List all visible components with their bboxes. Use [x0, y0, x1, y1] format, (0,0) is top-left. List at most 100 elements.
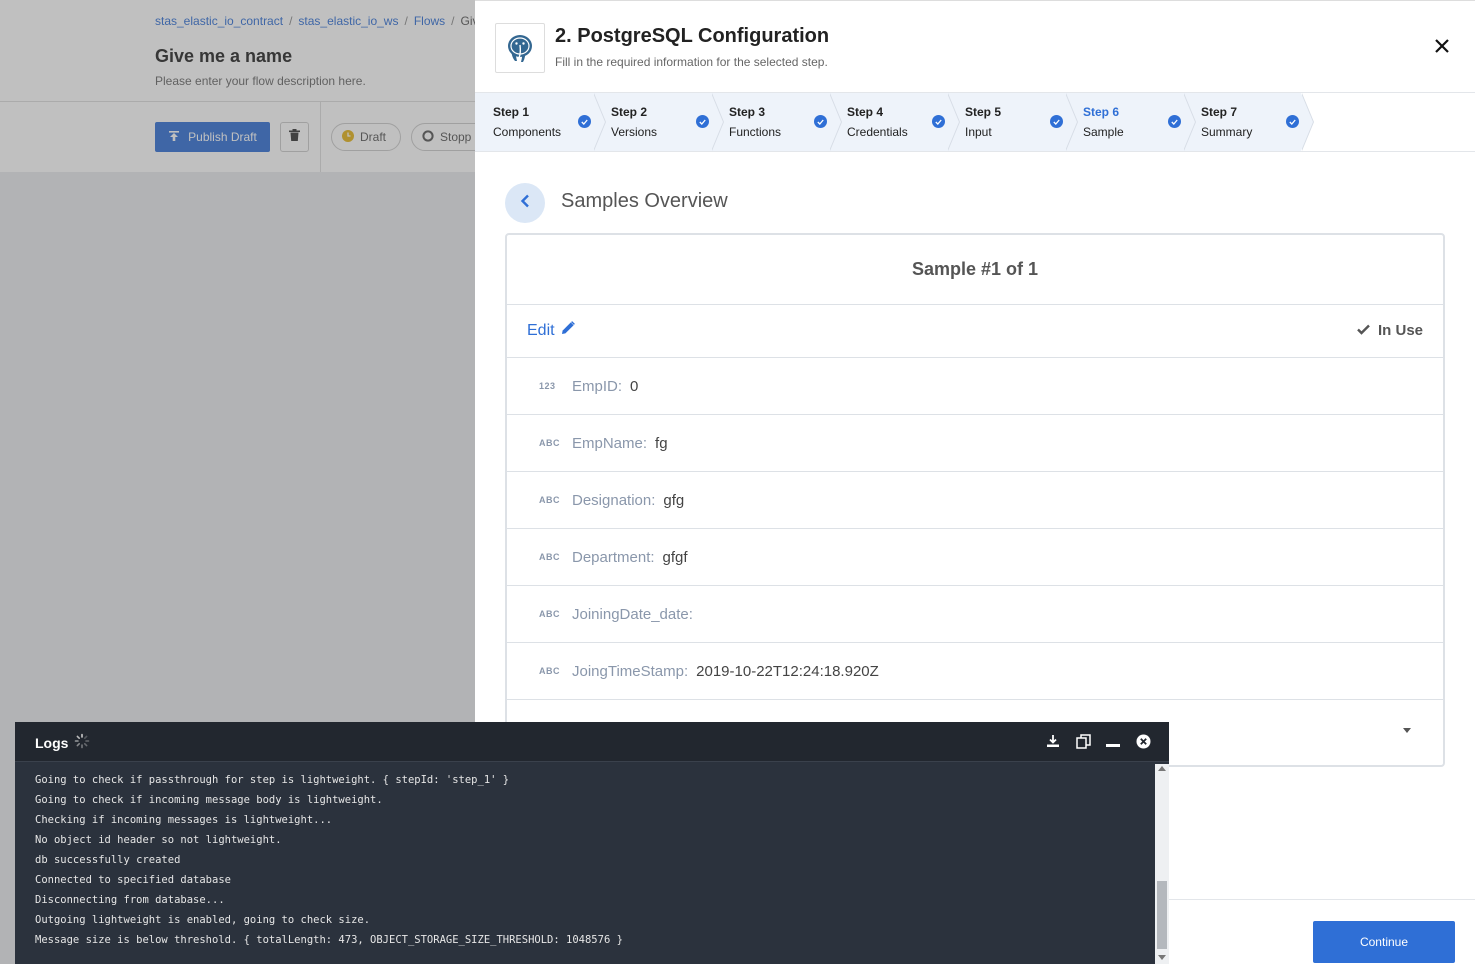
logs-title-group: Logs — [35, 733, 90, 752]
step-name: Components — [493, 125, 562, 139]
string-type-icon: ABC — [539, 438, 560, 448]
step-input[interactable]: Step 5 Input — [947, 93, 1078, 151]
step-components[interactable]: Step 1 Components — [475, 93, 606, 151]
modal-title: 2. PostgreSQL Configuration — [555, 25, 830, 47]
log-line: Message size is below threshold. { total… — [35, 934, 623, 946]
step-arrow — [829, 93, 841, 151]
field-label: EmpID: — [572, 377, 623, 395]
copy-icon[interactable] — [1075, 733, 1091, 749]
step-versions[interactable]: Step 2 Versions — [593, 93, 724, 151]
log-line: db successfully created — [35, 854, 181, 866]
spinner-icon — [74, 733, 90, 752]
sample-field-row: 123 EmpID: 0 — [507, 358, 1443, 415]
modal-subtitle: Fill in the required information for the… — [555, 55, 828, 69]
check-circle-icon — [578, 115, 591, 128]
logs-output: Going to check if passthrough for step i… — [15, 764, 1155, 964]
close-icon — [1434, 38, 1450, 59]
log-line: Going to check if passthrough for step i… — [35, 774, 510, 786]
field-label: EmpName: — [572, 434, 648, 452]
step-functions[interactable]: Step 3 Functions — [711, 93, 842, 151]
caret-down-icon[interactable] — [1403, 728, 1411, 733]
sample-field-row: ABC JoingTimeStamp: 2019-10-22T12:24:18.9… — [507, 643, 1443, 700]
step-name: Input — [965, 125, 992, 139]
continue-button[interactable]: Continue — [1313, 921, 1455, 963]
log-line: Checking if incoming messages is lightwe… — [35, 814, 333, 826]
step-arrow — [593, 93, 605, 151]
check-circle-icon — [932, 115, 945, 128]
logs-title: Logs — [35, 734, 69, 751]
scroll-thumb[interactable] — [1157, 881, 1167, 949]
step-arrow — [1065, 93, 1077, 151]
scroll-down-arrow-icon[interactable] — [1158, 955, 1166, 960]
step-arrow — [711, 93, 723, 151]
number-type-icon: 123 — [539, 381, 556, 391]
in-use-indicator: In Use — [1357, 322, 1423, 339]
check-circle-icon — [1050, 115, 1063, 128]
chevron-left-icon — [520, 194, 530, 213]
logs-panel: Logs Going to check if passthrough for s… — [15, 722, 1169, 964]
field-value: gfg — [663, 491, 685, 509]
field-label: Department: — [572, 548, 655, 566]
postgresql-logo — [495, 23, 545, 73]
field-value: 0 — [630, 377, 639, 395]
logs-scrollbar[interactable] — [1155, 764, 1169, 964]
step-sample[interactable]: Step 6 Sample — [1065, 93, 1196, 151]
step-number: Step 5 — [965, 105, 1002, 119]
log-line: Disconnecting from database... — [35, 894, 225, 906]
step-number: Step 4 — [847, 105, 884, 119]
check-circle-icon — [1286, 115, 1299, 128]
step-number: Step 1 — [493, 105, 530, 119]
close-button[interactable] — [1430, 36, 1454, 60]
logs-header: Logs — [15, 722, 1169, 762]
step-summary[interactable]: Step 7 Summary — [1183, 93, 1314, 151]
step-name: Sample — [1083, 125, 1124, 139]
field-label: JoingTimeStamp: — [572, 662, 689, 680]
log-line: Outgoing lightweight is enabled, going t… — [35, 914, 371, 926]
sample-field-row: ABC EmpName: fg — [507, 415, 1443, 472]
string-type-icon: ABC — [539, 495, 560, 505]
field-value: gfgf — [662, 548, 688, 566]
sample-field-row: ABC Designation: gfg — [507, 472, 1443, 529]
step-arrow — [1301, 93, 1313, 151]
check-circle-icon — [814, 115, 827, 128]
field-value: fg — [655, 434, 668, 452]
step-name: Versions — [611, 125, 658, 139]
step-number: Step 2 — [611, 105, 648, 119]
field-label: JoiningDate_date: — [572, 605, 693, 623]
check-icon — [1357, 322, 1370, 339]
scroll-up-arrow-icon[interactable] — [1158, 766, 1166, 771]
edit-sample-button[interactable]: Edit — [527, 321, 575, 340]
step-arrow — [947, 93, 959, 151]
sample-field-row: ABC Department: gfgf — [507, 529, 1443, 586]
check-circle-icon — [1168, 115, 1181, 128]
logs-actions — [1045, 733, 1151, 749]
sample-card: Sample #1 of 1 Edit In Use 123 EmpID: 0 A… — [505, 233, 1445, 767]
step-name: Credentials — [847, 125, 908, 139]
step-credentials[interactable]: Step 4 Credentials — [829, 93, 960, 151]
edit-label: Edit — [527, 321, 555, 339]
step-number: Step 3 — [729, 105, 766, 119]
minimize-icon[interactable] — [1105, 733, 1121, 749]
field-label: Designation: — [572, 491, 656, 509]
in-use-label: In Use — [1377, 322, 1423, 339]
log-line: Going to check if incoming message body … — [35, 794, 383, 806]
step-arrow — [1183, 93, 1195, 151]
section-title: Samples Overview — [561, 190, 728, 212]
close-circle-icon[interactable] — [1135, 733, 1151, 749]
string-type-icon: ABC — [539, 552, 560, 562]
string-type-icon: ABC — [539, 609, 560, 619]
pencil-icon — [561, 321, 575, 340]
step-name: Functions — [729, 125, 782, 139]
step-name: Summary — [1201, 125, 1253, 139]
log-line: No object id header so not lightweight. — [35, 834, 282, 846]
sample-actions-row: Edit In Use — [507, 305, 1443, 358]
string-type-icon: ABC — [539, 666, 560, 676]
step-number: Step 6 — [1083, 105, 1120, 119]
download-icon[interactable] — [1045, 733, 1061, 749]
field-value: 2019-10-22T12:24:18.920Z — [696, 662, 879, 680]
sample-header: Sample #1 of 1 — [507, 235, 1443, 305]
sample-field-row: ABC JoiningDate_date: — [507, 586, 1443, 643]
step-wizard: Step 1 Components Step 2 Versions Step 3… — [475, 92, 1475, 152]
back-button[interactable] — [505, 183, 545, 223]
check-circle-icon — [696, 115, 709, 128]
